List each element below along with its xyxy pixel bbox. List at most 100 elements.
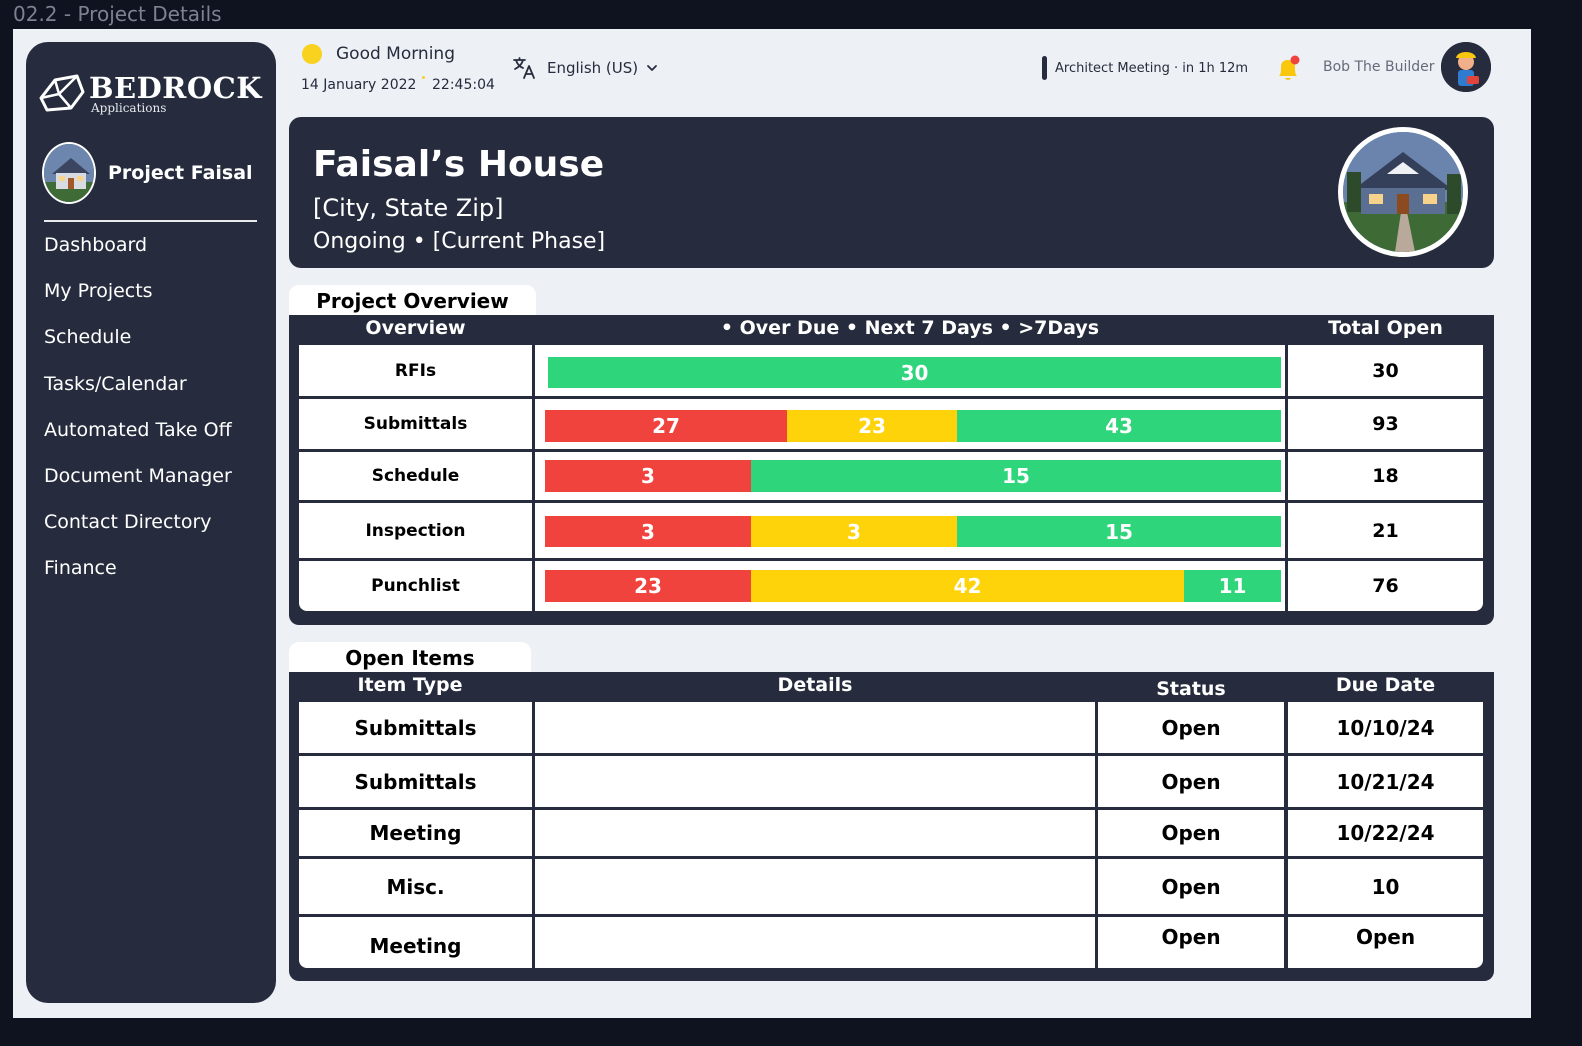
bar-segment-next7: 23 [787, 410, 957, 442]
item-type-cell: Misc. [299, 859, 532, 914]
current-time: 22:45:04 [432, 77, 495, 93]
overview-row-label: Punchlist [299, 561, 532, 611]
overview-total: 30 [1288, 345, 1483, 396]
bar-segment-later: 43 [957, 410, 1281, 442]
project-name: Project Faisal [108, 162, 253, 184]
status-bar-rfis: 30 [548, 357, 1281, 388]
sidebar-nav: Dashboard My Projects Schedule Tasks/Cal… [44, 228, 232, 598]
bar-segment-later: 15 [751, 460, 1281, 492]
overview-row-label: Submittals [299, 399, 532, 449]
sidebar-item-my-projects[interactable]: My Projects [44, 274, 232, 320]
sidebar-item-dashboard[interactable]: Dashboard [44, 228, 232, 274]
project-header-card: Faisal’s House [City, State Zip] Ongoing… [289, 117, 1494, 268]
project-title: Faisal’s House [313, 144, 605, 185]
status-cell: Open [1098, 702, 1284, 753]
overview-total: 21 [1288, 503, 1483, 558]
item-type-cell: Meeting [299, 810, 532, 856]
project-status: Ongoing • [Current Phase] [313, 229, 606, 254]
translate-icon [513, 57, 535, 79]
sidebar-item-automated-take-off[interactable]: Automated Take Off [44, 413, 232, 459]
details-cell[interactable] [535, 859, 1095, 914]
greeting-text: Good Morning [336, 44, 455, 64]
sidebar-item-schedule[interactable]: Schedule [44, 320, 232, 366]
tab-open-items[interactable]: Open Items [289, 642, 531, 674]
details-cell[interactable] [535, 917, 1095, 968]
status-header: Status [1156, 678, 1226, 700]
overview-total: 93 [1288, 399, 1483, 449]
bar-segment-later: 15 [957, 516, 1281, 547]
project-selector[interactable]: Project Faisal [42, 142, 253, 204]
details-cell[interactable] [535, 810, 1095, 856]
meeting-text: Architect Meeting · in 1h 12m [1055, 60, 1249, 76]
details-cell[interactable] [535, 756, 1095, 807]
status-cell: Open [1098, 810, 1284, 856]
bar-segment-overdue: 23 [545, 570, 751, 602]
tab-project-overview[interactable]: Project Overview [289, 285, 536, 317]
house-photo-icon [1343, 132, 1463, 252]
bar-segment-later: 11 [1184, 570, 1281, 602]
project-overview-panel: Overview • Over Due • Next 7 Days • >7Da… [289, 315, 1494, 625]
meeting-indicator [1042, 56, 1047, 80]
notification-bell-icon[interactable] [1273, 53, 1303, 85]
overview-legend-header: • Over Due • Next 7 Days • >7Days [720, 317, 1100, 339]
status-cell: Open [1098, 756, 1284, 807]
overview-row-label: Schedule [299, 452, 532, 500]
details-cell[interactable] [535, 702, 1095, 753]
bar-segment-next7: 42 [751, 570, 1184, 602]
upcoming-meeting[interactable]: Architect Meeting · in 1h 12m [1042, 56, 1248, 80]
item-type-header: Item Type [357, 674, 463, 696]
current-date: 14 January 2022 [301, 77, 417, 93]
user-avatar[interactable] [1441, 42, 1491, 92]
house-thumbnail-icon [44, 144, 94, 202]
app-frame: BEDROCK Applications Project Faisal Dash… [13, 29, 1531, 1018]
due-date-cell: 10/21/24 [1288, 756, 1483, 807]
item-type-cell: Submittals [299, 756, 532, 807]
brand-name: BEDROCK [89, 71, 262, 105]
overview-row-label: RFIs [299, 345, 532, 396]
overview-total: 18 [1288, 452, 1483, 500]
sidebar: BEDROCK Applications Project Faisal Dash… [26, 42, 276, 1003]
status-bar-inspection: 3 3 15 [545, 516, 1281, 547]
total-open-header: Total Open [1328, 317, 1443, 339]
due-date-cell: 10/10/24 [1288, 702, 1483, 753]
due-date-cell: 10 [1288, 859, 1483, 914]
bar-segment-later: 30 [548, 357, 1281, 388]
user-name[interactable]: Bob The Builder [1323, 59, 1435, 75]
due-date-cell: 10/22/24 [1288, 810, 1483, 856]
overview-column-header: Overview [365, 317, 466, 339]
sun-icon [302, 44, 322, 64]
due-date-header: Due Date [1335, 674, 1436, 696]
bar-segment-overdue: 3 [545, 516, 751, 547]
bar-segment-overdue: 3 [545, 460, 751, 492]
status-cell: Open [1098, 859, 1284, 914]
sidebar-item-document-manager[interactable]: Document Manager [44, 459, 232, 505]
bar-segment-overdue: 27 [545, 410, 787, 442]
bar-segment-next7: 3 [751, 516, 957, 547]
status-cell: Open [1098, 917, 1284, 968]
brand-logo[interactable]: BEDROCK Applications [37, 72, 262, 116]
project-photo [1338, 127, 1468, 257]
details-header: Details [777, 674, 853, 696]
status-bar-submittals: 27 23 43 [545, 410, 1281, 442]
sidebar-divider [44, 220, 257, 222]
sidebar-item-tasks-calendar[interactable]: Tasks/Calendar [44, 367, 232, 413]
language-label: English (US) [547, 59, 639, 77]
chevron-down-icon [647, 65, 658, 71]
builder-avatar-icon [1441, 42, 1491, 92]
overview-row-label: Inspection [299, 503, 532, 558]
item-type-cell: Submittals [299, 702, 532, 753]
status-bar-schedule: 3 15 [545, 460, 1281, 492]
item-type-cell: Meeting [299, 917, 532, 968]
project-avatar [42, 142, 96, 204]
time-separator-dot [422, 76, 425, 79]
frame-title: 02.2 - Project Details [13, 2, 222, 26]
overview-total: 76 [1288, 561, 1483, 611]
rock-logo-icon [39, 74, 85, 112]
open-items-panel: Item Type Details Status Due Date Submit… [289, 672, 1494, 981]
language-selector[interactable]: English (US) [511, 55, 658, 81]
sidebar-item-contact-directory[interactable]: Contact Directory [44, 505, 232, 551]
due-date-cell: Open [1288, 917, 1483, 968]
status-bar-punchlist: 23 42 11 [545, 570, 1281, 602]
project-location: [City, State Zip] [313, 194, 504, 222]
sidebar-item-finance[interactable]: Finance [44, 551, 232, 597]
